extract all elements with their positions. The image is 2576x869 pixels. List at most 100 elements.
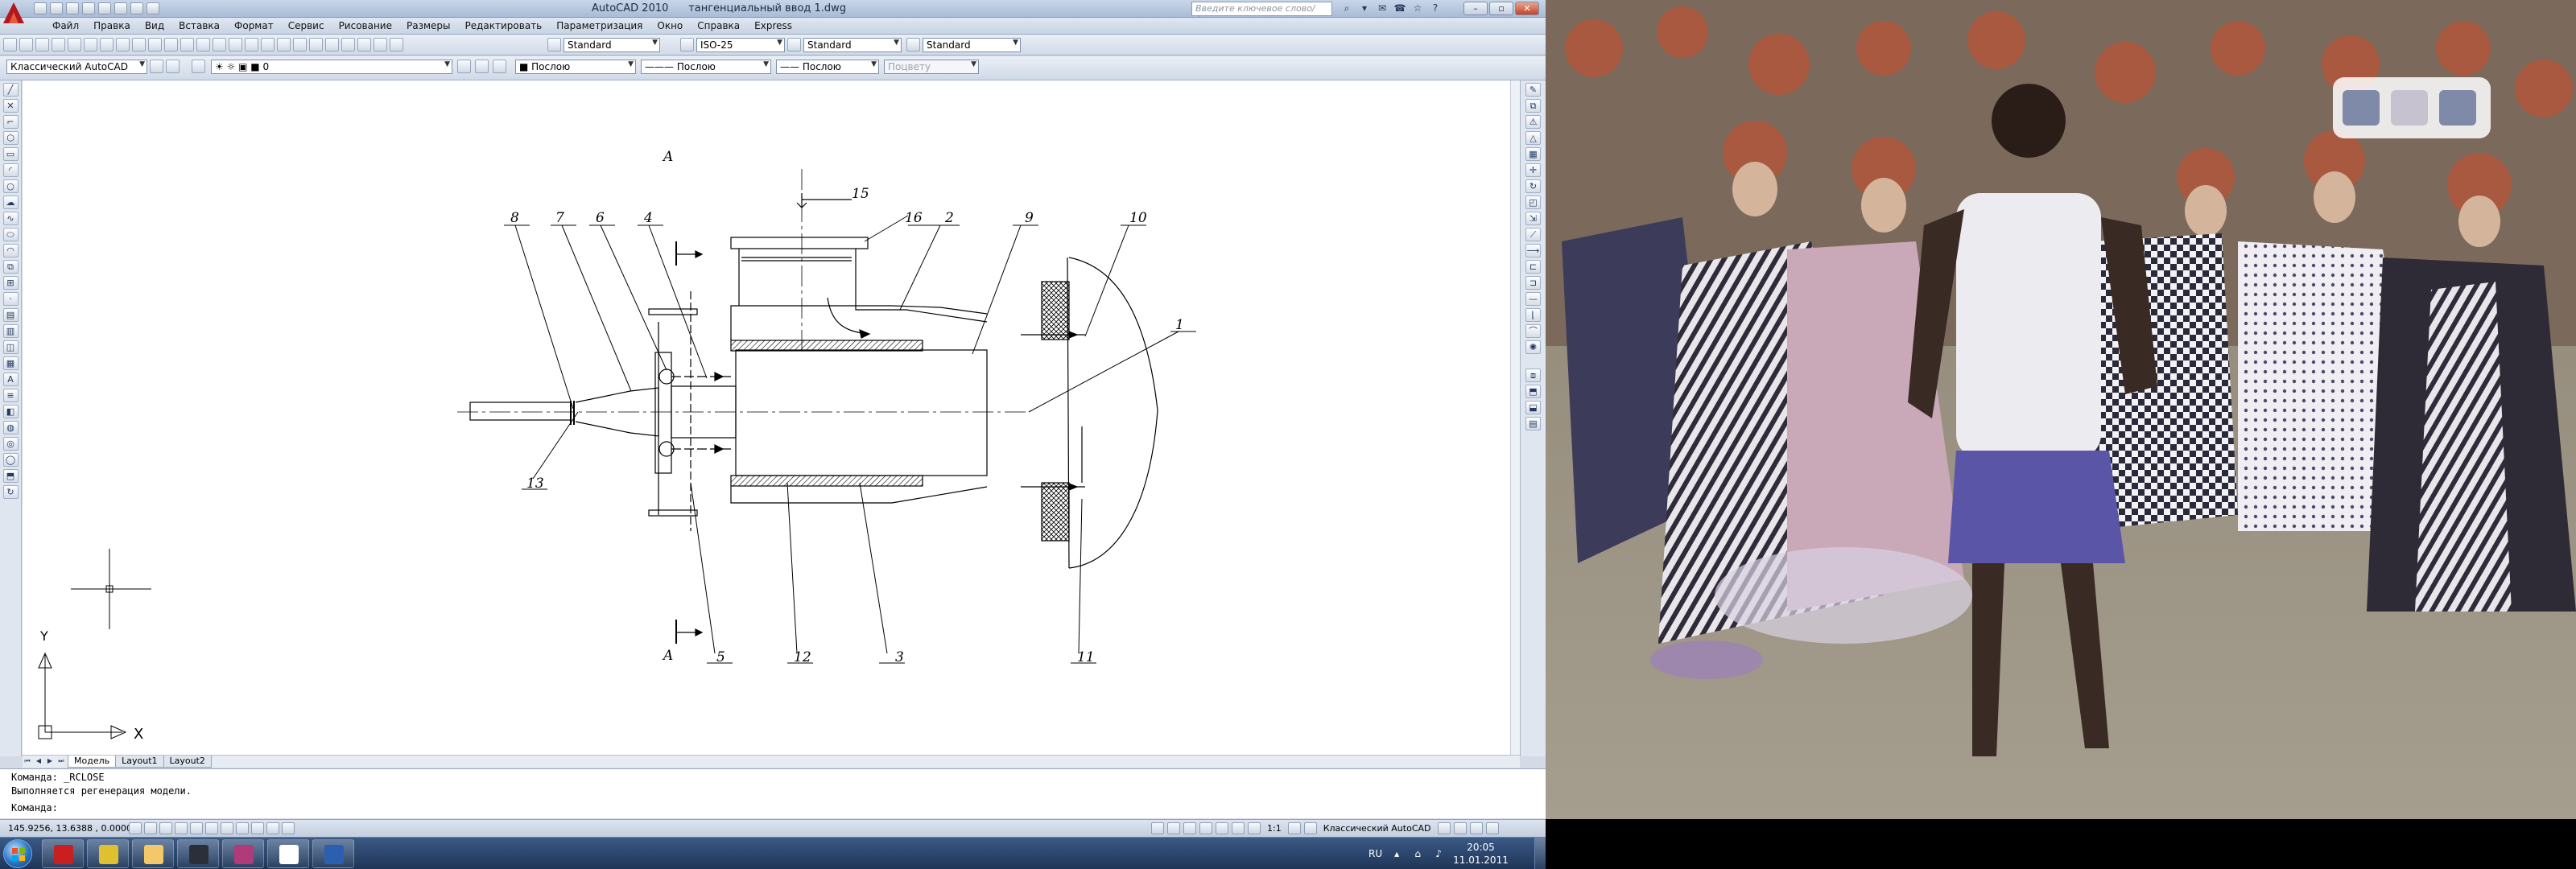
taskbar-app-kompas[interactable] [42,839,84,868]
subscription-icon[interactable]: ✉ [1376,2,1389,14]
tab-layout1[interactable]: Layout1 [115,755,164,768]
model-toggle[interactable] [1151,822,1164,834]
close-button[interactable]: ✕ [1515,2,1539,15]
make-current-layer-icon[interactable] [457,60,471,73]
gradient-icon[interactable]: ▥ [2,324,19,338]
layer-select[interactable]: ☀ ☼ ▣ ■ 0 ▼ [211,60,452,74]
insert-block-icon[interactable]: ⧉ [2,260,19,274]
sheet-set-icon[interactable] [341,38,355,51]
text-front-icon[interactable]: ▤ [1525,417,1541,430]
workspace-switch[interactable]: Классический AutoCAD [1320,823,1435,834]
3d-extrude-icon[interactable]: ⬒ [2,469,19,483]
menu-express[interactable]: Express [747,20,799,31]
paste-icon[interactable] [148,38,162,51]
workspace-settings-icon[interactable] [150,60,163,73]
quickcalc-icon[interactable] [374,38,387,51]
chamfer-icon[interactable]: ⌊ [1525,308,1541,322]
mleader-style-icon[interactable] [906,38,920,51]
explode-icon[interactable]: ✺ [1525,340,1541,354]
menu-dimension[interactable]: Размеры [399,20,458,31]
scale-icon[interactable]: ◰ [1525,196,1541,209]
circle-icon[interactable]: ○ [2,179,19,193]
redo-icon[interactable] [114,2,127,14]
qnew-icon[interactable] [3,38,17,51]
properties-icon[interactable] [293,38,307,51]
trim-icon[interactable]: ⟋ [1525,228,1541,241]
send-back-icon[interactable]: ⬓ [1525,401,1541,414]
3d-box-icon[interactable]: ◧ [2,405,19,418]
network-icon[interactable]: ⌂ [1411,848,1424,859]
help-search-input[interactable]: Введите ключевое слово/фразу [1191,2,1332,24]
mleader-style-select[interactable]: Standard ▼ [923,38,1021,52]
mirror-icon[interactable]: ⚠ [1525,115,1541,129]
dim-style-select[interactable]: ISO-25 ▼ [696,38,785,52]
menu-parametric[interactable]: Параметризация [549,20,650,31]
3d-dwf-icon[interactable] [100,38,114,51]
ellipse-icon[interactable]: ⬭ [2,228,19,241]
command-window[interactable]: Команда: _RCLOSE Выполняется регенерация… [0,768,1546,818]
communication-icon[interactable]: ☎ [1393,2,1406,14]
save-as-icon[interactable] [82,2,95,14]
grid-toggle[interactable] [144,822,157,834]
showmotion-icon[interactable] [1248,822,1261,834]
menu-insert[interactable]: Вставка [171,20,227,31]
layer-states-icon[interactable] [493,60,506,73]
table-style-icon[interactable] [787,38,801,51]
zoom-window-icon[interactable] [261,38,275,51]
autocad-logo-icon[interactable] [2,1,26,25]
design-center-icon[interactable] [309,38,323,51]
zoom-icon[interactable] [1216,822,1228,834]
3d-revolve-icon[interactable]: ↻ [2,485,19,499]
menu-draw[interactable]: Рисование [332,20,399,31]
color-select[interactable]: ■ Послою ▼ [515,60,636,74]
linetype-select[interactable]: ——— Послою ▼ [641,60,771,74]
tab-prev-icon[interactable]: ◀ [34,756,43,766]
join-icon[interactable]: — [1525,292,1541,306]
stretch-icon[interactable]: ⇲ [1525,212,1541,225]
rotate-icon[interactable]: ↻ [1525,179,1541,193]
arc-icon[interactable]: ◜ [2,163,19,177]
search-dropdown-icon[interactable]: ▾ [1358,2,1371,14]
table-icon[interactable]: ▦ [2,356,19,370]
polygon-icon[interactable]: ⬡ [2,131,19,145]
construction-line-icon[interactable]: ✕ [2,99,19,113]
maximize-button[interactable]: ▫ [1489,2,1513,15]
erase-icon[interactable]: ✎ [1525,83,1541,97]
volume-icon[interactable]: ♪ [1432,848,1445,859]
offset-icon[interactable]: △ [1525,131,1541,145]
customize-icon[interactable] [166,60,180,73]
draw-order-icon[interactable]: ⧈ [1525,369,1541,382]
open-icon[interactable] [19,38,33,51]
annotation-scale[interactable]: 1:1 [1264,823,1285,834]
quick-view-drawings-icon[interactable] [1183,822,1196,834]
tab-model[interactable]: Модель [68,755,117,768]
redo-icon[interactable] [213,38,226,51]
taskbar-app-word[interactable] [312,839,354,868]
autoscale-icon[interactable] [1303,822,1317,834]
break-icon[interactable]: ⊐ [1525,276,1541,290]
undo-icon[interactable] [196,38,210,51]
zoom-previous-icon[interactable] [277,38,291,51]
plot-icon[interactable] [130,2,143,14]
snap-toggle[interactable] [129,822,142,834]
layer-previous-icon[interactable] [475,60,489,73]
open-icon[interactable] [50,2,63,14]
polyline-icon[interactable]: ⌐ [2,115,19,129]
workspace-select[interactable]: Классический AutoCAD ▼ [6,60,147,74]
hatch-icon[interactable]: ▤ [2,308,19,322]
break-at-point-icon[interactable]: ⊏ [1525,260,1541,274]
qat-dropdown-icon[interactable] [147,2,159,14]
tab-first-icon[interactable]: ⏮ [23,756,32,766]
start-button[interactable] [3,839,32,868]
multiline-text-icon[interactable]: A [2,373,19,386]
table-style-select[interactable]: Standard ▼ [803,38,902,52]
cut-icon[interactable] [116,38,130,51]
minimize-button[interactable]: – [1463,2,1488,15]
show-desktop-button[interactable] [1534,838,1546,869]
publish-icon[interactable] [84,38,97,51]
save-icon[interactable] [66,2,79,14]
layer-tool-icon[interactable]: ≡ [2,389,19,402]
array-icon[interactable]: ▦ [1525,147,1541,161]
menu-help[interactable]: Справка [690,20,747,31]
ortho-toggle[interactable] [159,822,172,834]
